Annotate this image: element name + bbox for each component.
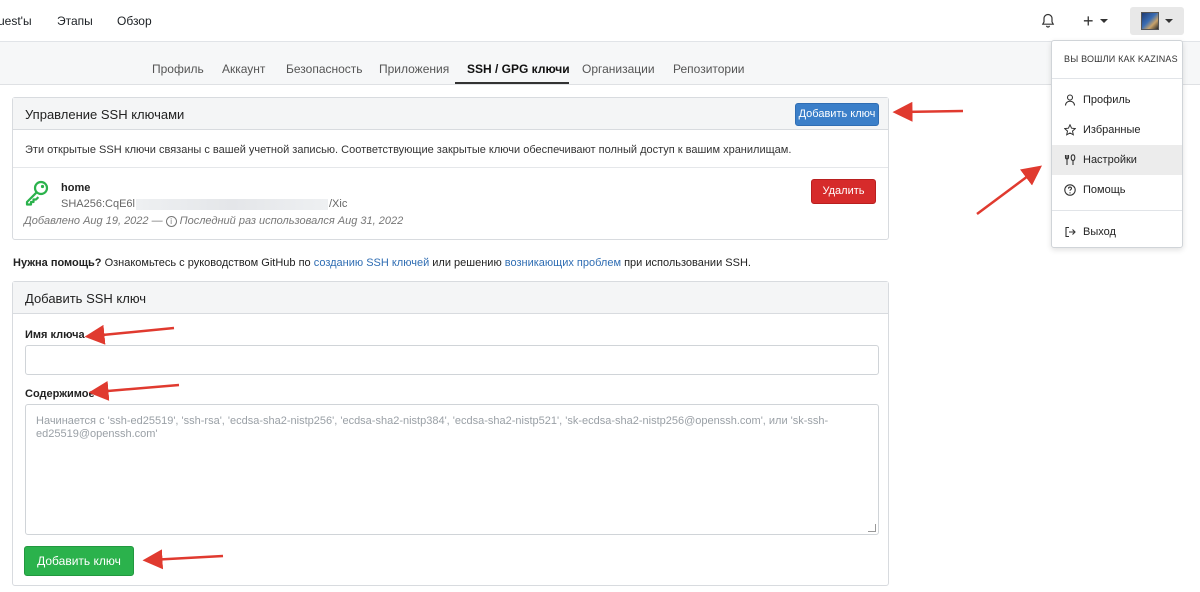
ssh-keys-description: Эти открытые SSH ключи связаны с вашей у… (25, 144, 792, 156)
help-text: Нужна помощь? Ознакомьтесь с руководство… (13, 257, 751, 269)
key-content-placeholder: Начинается с 'ssh-ed25519', 'ssh-rsa', '… (36, 415, 829, 440)
menu-item-starred[interactable]: Избранные (1052, 115, 1182, 145)
key-icon (24, 180, 50, 209)
menu-item-label: Помощь (1083, 184, 1126, 196)
arrow-to-add-key-button (892, 101, 964, 122)
info-icon: i (165, 215, 177, 227)
help-text-part: Ознакомьтесь с руководством GitHub по (101, 257, 314, 269)
key-content-label: Содержимое (25, 388, 95, 400)
nav-link-explore[interactable]: Обзор (117, 14, 152, 28)
notifications-bell-icon[interactable] (1041, 11, 1055, 31)
settings-tab-bar: Профиль Аккаунт Безопасность Приложения … (0, 42, 1200, 85)
tab-account[interactable]: Аккаунт (222, 62, 265, 76)
plus-icon: + (1083, 11, 1094, 31)
menu-item-profile[interactable]: Профиль (1052, 85, 1182, 115)
arrow-to-settings-item (976, 165, 1043, 216)
tab-repositories[interactable]: Репозитории (673, 62, 745, 76)
user-dropdown-menu: ВЫ ВОШЛИ КАК KAZINAS Профиль Избранные Н… (1051, 40, 1183, 248)
tab-organizations[interactable]: Организации (582, 62, 655, 76)
submit-add-key-button[interactable]: Добавить ключ (24, 546, 134, 576)
chevron-down-icon (1165, 19, 1173, 23)
tab-ssh-gpg-keys[interactable]: SSH / GPG ключи (467, 62, 570, 76)
question-icon (1064, 184, 1076, 196)
help-text-part: или решению (429, 257, 505, 269)
ssh-key-fingerprint: SHA256:CqE6l /Xic (61, 198, 347, 210)
signed-in-as-header: ВЫ ВОШЛИ КАК KAZINAS (1064, 54, 1178, 64)
divider (13, 167, 888, 168)
avatar (1141, 12, 1159, 30)
tab-security[interactable]: Безопасность (286, 62, 363, 76)
star-icon (1064, 124, 1076, 136)
key-name-input[interactable] (25, 345, 879, 375)
fingerprint-end: /Xic (329, 198, 348, 210)
key-name-label: Имя ключа (25, 329, 85, 341)
chevron-down-icon (1099, 19, 1108, 23)
person-icon (1064, 94, 1076, 106)
create-ssh-keys-link[interactable]: созданию SSH ключей (314, 257, 430, 269)
fingerprint-redaction (136, 198, 328, 210)
tab-profile[interactable]: Профиль (152, 62, 204, 76)
nav-link-quests[interactable]: uest'ы (0, 14, 32, 28)
menu-item-label: Выход (1083, 226, 1116, 238)
nav-link-milestones[interactable]: Этапы (57, 14, 93, 28)
menu-item-logout[interactable]: Выход (1052, 217, 1182, 247)
user-menu-button[interactable] (1130, 7, 1184, 35)
add-key-button[interactable]: Добавить ключ (795, 103, 879, 126)
delete-key-button[interactable]: Удалить (811, 179, 876, 204)
top-navbar: uest'ы Этапы Обзор + (0, 0, 1200, 42)
menu-item-label: Настройки (1083, 154, 1137, 166)
panel-title: Управление SSH ключами (25, 107, 185, 122)
divider (1052, 78, 1182, 79)
added-date: Добавлено Aug 19, 2022 — (24, 215, 163, 227)
key-content-textarea[interactable]: Начинается с 'ssh-ed25519', 'ssh-rsa', '… (25, 404, 879, 535)
help-bold: Нужна помощь? (13, 257, 102, 269)
tools-icon (1064, 154, 1076, 166)
fingerprint-start: SHA256:CqE6l (61, 198, 135, 210)
add-ssh-key-panel: Добавить SSH ключ Имя ключа Содержимое Н… (12, 281, 889, 586)
ssh-key-usage-info: Добавлено Aug 19, 2022 — i Последний раз… (24, 215, 403, 227)
panel-title: Добавить SSH ключ (25, 291, 147, 306)
active-tab-indicator (455, 82, 569, 84)
help-text-part: при использовании SSH. (621, 257, 751, 269)
ssh-keys-panel: Управление SSH ключами Добавить ключ Эти… (12, 97, 889, 240)
last-used-date: Последний раз использовался Aug 31, 2022 (179, 215, 404, 227)
menu-item-label: Профиль (1083, 94, 1131, 106)
panel-header: Добавить SSH ключ (13, 282, 888, 314)
divider (1052, 210, 1182, 211)
troubleshoot-link[interactable]: возникающих проблем (505, 257, 621, 269)
create-new-dropdown[interactable]: + (1083, 11, 1108, 31)
tab-applications[interactable]: Приложения (379, 62, 449, 76)
menu-item-settings[interactable]: Настройки (1052, 145, 1182, 175)
sign-out-icon (1064, 226, 1076, 238)
ssh-key-title: home (61, 182, 91, 194)
menu-item-label: Избранные (1083, 124, 1141, 136)
resize-handle[interactable] (868, 524, 876, 532)
menu-item-help[interactable]: Помощь (1052, 175, 1182, 205)
panel-header: Управление SSH ключами Добавить ключ (13, 98, 888, 130)
